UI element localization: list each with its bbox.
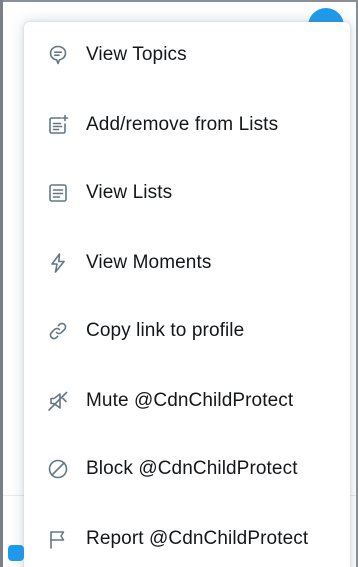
list-icon: [44, 179, 72, 207]
menu-item-label: Report @CdnChildProtect: [86, 528, 309, 549]
menu-item-block[interactable]: Block @CdnChildProtect: [24, 438, 350, 500]
flag-icon: [44, 525, 72, 553]
profile-more-menu: View Topics Add/remove from Lists View L…: [24, 22, 350, 567]
menu-item-add-remove-lists[interactable]: Add/remove from Lists: [24, 94, 350, 156]
window-frame-left: [0, 0, 3, 567]
menu-item-label: Add/remove from Lists: [86, 114, 279, 135]
list-add-icon: [44, 111, 72, 139]
menu-item-label: Block @CdnChildProtect: [86, 458, 298, 479]
menu-item-label: View Lists: [86, 182, 173, 203]
menu-item-label: View Topics: [86, 44, 187, 65]
topic-bubble-icon: [44, 41, 72, 69]
mute-speaker-icon: [44, 387, 72, 415]
menu-item-label: Mute @CdnChildProtect: [86, 390, 294, 411]
menu-item-label: Copy link to profile: [86, 320, 245, 341]
menu-item-label: View Moments: [86, 252, 212, 273]
block-icon: [44, 455, 72, 483]
background-badge-icon: [8, 545, 24, 561]
menu-item-view-lists[interactable]: View Lists: [24, 162, 350, 224]
menu-item-copy-link[interactable]: Copy link to profile: [24, 300, 350, 362]
menu-item-report[interactable]: Report @CdnChildProtect: [24, 508, 350, 567]
menu-item-mute[interactable]: Mute @CdnChildProtect: [24, 370, 350, 432]
menu-item-view-topics[interactable]: View Topics: [24, 24, 350, 86]
screen: View Topics Add/remove from Lists View L…: [0, 0, 358, 567]
lightning-icon: [44, 249, 72, 277]
window-frame-top: [0, 0, 358, 2]
link-icon: [44, 317, 72, 345]
menu-item-view-moments[interactable]: View Moments: [24, 232, 350, 294]
